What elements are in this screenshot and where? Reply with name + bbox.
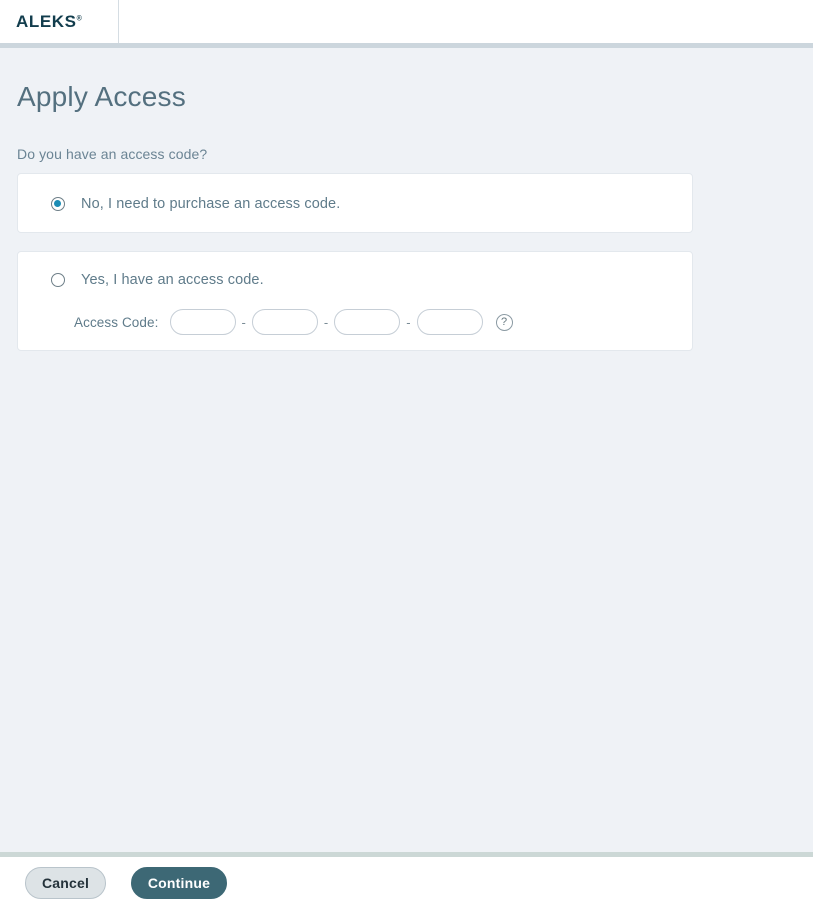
help-icon[interactable]: ? — [495, 313, 513, 331]
radio-row-no-access-code[interactable]: No, I need to purchase an access code. — [18, 174, 692, 234]
radio-have-access-code[interactable] — [51, 273, 65, 287]
aleks-logo[interactable]: ALEKS® — [0, 0, 119, 43]
access-code-segment-4[interactable] — [416, 309, 483, 335]
access-code-question: Do you have an access code? — [17, 146, 208, 162]
radio-label-have-access-code[interactable]: Yes, I have an access code. — [81, 272, 264, 288]
radio-no-access-code[interactable] — [51, 197, 65, 211]
header-right-region — [119, 0, 813, 43]
logo-wordmark: ALEKS® — [16, 13, 82, 30]
app-header: ALEKS® — [0, 0, 813, 43]
access-code-separator-3: - — [406, 314, 411, 330]
action-footer: Cancel Continue — [0, 857, 813, 908]
access-code-segment-3[interactable] — [334, 309, 401, 335]
option-card-no-access-code[interactable]: No, I need to purchase an access code. — [17, 173, 693, 233]
radio-label-no-access-code[interactable]: No, I need to purchase an access code. — [81, 196, 340, 212]
main-content: Apply Access Do you have an access code?… — [0, 48, 813, 852]
access-code-label: Access Code: — [74, 314, 159, 330]
cancel-button[interactable]: Cancel — [25, 866, 106, 899]
page-title: Apply Access — [17, 81, 186, 112]
continue-button[interactable]: Continue — [131, 866, 227, 899]
radio-row-have-access-code[interactable]: Yes, I have an access code. — [18, 252, 692, 300]
logo-text: ALEKS — [16, 12, 77, 31]
option-card-have-access-code[interactable]: Yes, I have an access code. Access Code:… — [17, 251, 693, 351]
access-code-separator-1: - — [241, 314, 246, 330]
access-code-segment-2[interactable] — [251, 309, 318, 335]
access-code-row: Access Code: - - - ? — [18, 300, 692, 344]
access-code-separator-2: - — [323, 314, 329, 330]
access-code-segment-1[interactable] — [169, 309, 236, 335]
registered-trademark-icon: ® — [76, 15, 83, 23]
